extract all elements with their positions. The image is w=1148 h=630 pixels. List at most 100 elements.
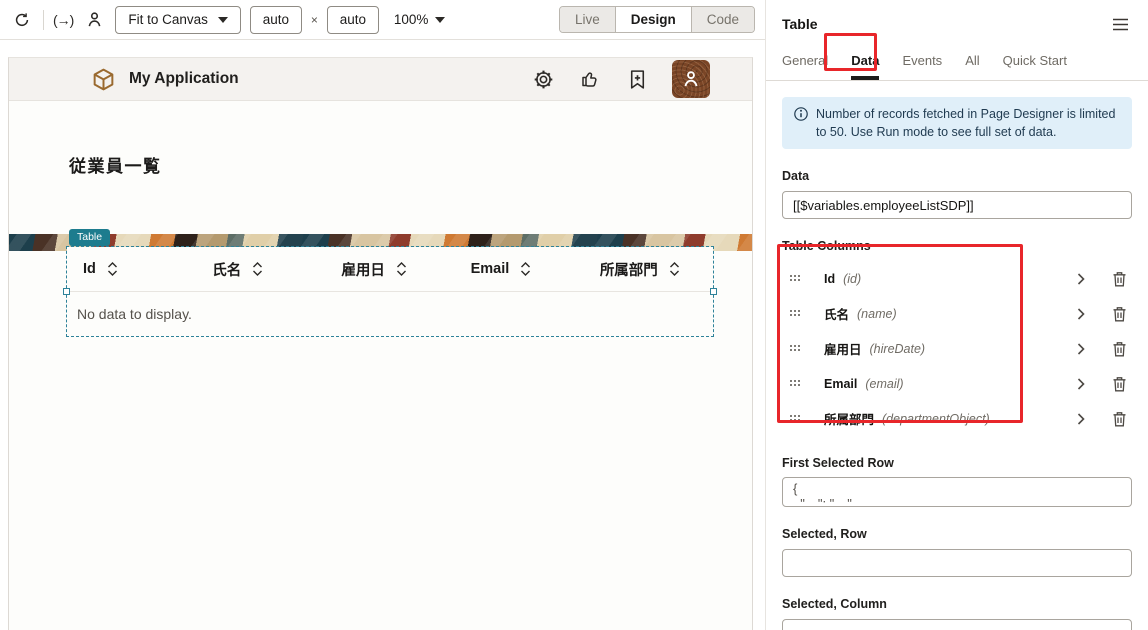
column-row-label: 雇用日 xyxy=(824,339,862,358)
data-field-input[interactable]: [[$variables.employeeListSDP]] xyxy=(782,191,1132,219)
column-row-field: (id) xyxy=(843,272,861,286)
chevron-down-icon xyxy=(435,17,445,23)
chevron-right-icon[interactable] xyxy=(1072,375,1090,393)
panel-title: Table xyxy=(782,16,818,32)
chevron-right-icon[interactable] xyxy=(1072,340,1090,358)
page-designer-window: (→) Fit to Canvas auto × auto 100% Live … xyxy=(0,0,1148,630)
app-title: My Application xyxy=(129,70,239,88)
tab-data[interactable]: Data xyxy=(851,46,879,80)
trash-icon[interactable] xyxy=(1110,305,1128,323)
sort-icon[interactable] xyxy=(669,261,680,277)
first-selected-row-line1: { xyxy=(793,481,797,496)
column-header-label: Email xyxy=(471,261,510,277)
sort-icon[interactable] xyxy=(252,261,263,277)
mode-switcher: Live Design Code xyxy=(559,6,755,33)
column-row-hiredate[interactable]: 雇用日 (hireDate) xyxy=(766,331,1148,366)
info-icon xyxy=(794,107,808,121)
canvas-width-input[interactable]: auto xyxy=(250,6,302,34)
table-header-row: Id 氏名 雇用日 Email xyxy=(67,247,713,292)
chevron-down-icon xyxy=(218,17,228,23)
tab-events[interactable]: Events xyxy=(902,46,942,80)
panel-tabs: General Data Events All Quick Start xyxy=(766,46,1148,81)
column-row-label: 所属部門 xyxy=(824,409,874,428)
canvas-height-input[interactable]: auto xyxy=(327,6,379,34)
selection-handle-right[interactable] xyxy=(710,288,717,295)
designer-region: (→) Fit to Canvas auto × auto 100% Live … xyxy=(0,0,766,630)
selected-row-label: Selected, Row xyxy=(782,527,1132,541)
trash-icon[interactable] xyxy=(1110,340,1128,358)
info-banner: Number of records fetched in Page Design… xyxy=(782,97,1132,149)
hamburger-menu-icon[interactable] xyxy=(1108,12,1132,36)
table-empty-message: No data to display. xyxy=(67,292,713,335)
fit-to-canvas-label: Fit to Canvas xyxy=(128,12,208,27)
tab-quick-start[interactable]: Quick Start xyxy=(1003,46,1067,80)
tab-all[interactable]: All xyxy=(965,46,979,80)
drag-handle-icon[interactable] xyxy=(790,380,802,388)
column-row-field: (hireDate) xyxy=(870,342,926,356)
selected-column-input[interactable] xyxy=(782,619,1132,630)
selection-badge[interactable]: Table xyxy=(69,229,110,246)
thumbs-up-icon[interactable] xyxy=(578,67,602,91)
toolbar-divider xyxy=(43,10,44,30)
chevron-right-icon[interactable] xyxy=(1072,410,1090,428)
zoom-level-dropdown[interactable]: 100% xyxy=(394,12,446,27)
table-column-header-name[interactable]: 氏名 xyxy=(196,247,325,291)
mode-live-button[interactable]: Live xyxy=(560,7,616,32)
drag-handle-icon[interactable] xyxy=(790,275,802,283)
table-column-header-id[interactable]: Id xyxy=(67,247,196,291)
first-selected-row-line2: "…": "…" xyxy=(793,496,852,507)
column-row-label: Id xyxy=(824,272,835,286)
page-heading: 従業員一覧 xyxy=(69,152,162,177)
selected-row-input[interactable] xyxy=(782,549,1132,577)
drag-handle-icon[interactable] xyxy=(790,415,802,423)
drag-handle-icon[interactable] xyxy=(790,310,802,318)
column-row-label: 氏名 xyxy=(824,304,849,323)
trash-icon[interactable] xyxy=(1110,375,1128,393)
column-row-email[interactable]: Email (email) xyxy=(766,366,1148,401)
column-row-department[interactable]: 所属部門 (departmentObject) xyxy=(766,401,1148,436)
settings-gear-icon[interactable] xyxy=(531,67,555,91)
sort-icon[interactable] xyxy=(520,261,531,277)
table-column-header-department[interactable]: 所属部門 xyxy=(584,247,713,291)
selection-handle-left[interactable] xyxy=(63,288,70,295)
info-message: Number of records fetched in Page Design… xyxy=(816,105,1120,141)
times-separator: × xyxy=(311,13,318,27)
expression-toggle-icon[interactable]: (→) xyxy=(53,12,73,28)
mode-code-button[interactable]: Code xyxy=(692,7,754,32)
trash-icon[interactable] xyxy=(1110,410,1128,428)
table-column-header-hiredate[interactable]: 雇用日 xyxy=(325,247,454,291)
column-row-id[interactable]: Id (id) xyxy=(766,261,1148,296)
column-row-label: Email xyxy=(824,377,857,391)
selected-column-label: Selected, Column xyxy=(782,597,1132,611)
table-column-header-email[interactable]: Email xyxy=(455,247,584,291)
first-selected-row-label: First Selected Row xyxy=(782,456,1132,470)
trash-icon[interactable] xyxy=(1110,270,1128,288)
column-row-field: (name) xyxy=(857,307,897,321)
column-header-label: 雇用日 xyxy=(341,259,385,280)
app-header-icons xyxy=(531,60,710,98)
user-mode-icon[interactable] xyxy=(82,8,106,32)
refresh-icon[interactable] xyxy=(10,8,34,32)
data-field-label: Data xyxy=(782,169,1132,183)
column-row-field: (departmentObject) xyxy=(882,412,990,426)
chevron-right-icon[interactable] xyxy=(1072,270,1090,288)
drag-handle-icon[interactable] xyxy=(790,345,802,353)
table-columns-list: Id (id) 氏名 (name) 雇用日 (hireDate) xyxy=(766,261,1148,436)
mode-design-button[interactable]: Design xyxy=(616,7,692,32)
user-avatar[interactable] xyxy=(672,60,710,98)
bookmark-plus-icon[interactable] xyxy=(625,67,649,91)
column-row-name[interactable]: 氏名 (name) xyxy=(766,296,1148,331)
properties-panel: Table General Data Events All Quick Star… xyxy=(766,0,1148,630)
sort-icon[interactable] xyxy=(396,261,407,277)
chevron-right-icon[interactable] xyxy=(1072,305,1090,323)
designer-toolbar: (→) Fit to Canvas auto × auto 100% Live … xyxy=(0,0,765,40)
panel-header: Table xyxy=(766,0,1148,36)
fit-to-canvas-dropdown[interactable]: Fit to Canvas xyxy=(115,6,241,34)
sort-icon[interactable] xyxy=(107,261,118,277)
column-header-label: 氏名 xyxy=(212,259,241,280)
tab-general[interactable]: General xyxy=(782,46,828,80)
table-component[interactable]: Id 氏名 雇用日 Email xyxy=(67,247,713,336)
first-selected-row-input[interactable]: { "…": "…" xyxy=(782,477,1132,507)
app-cube-icon xyxy=(91,67,116,92)
column-header-label: 所属部門 xyxy=(600,259,658,280)
